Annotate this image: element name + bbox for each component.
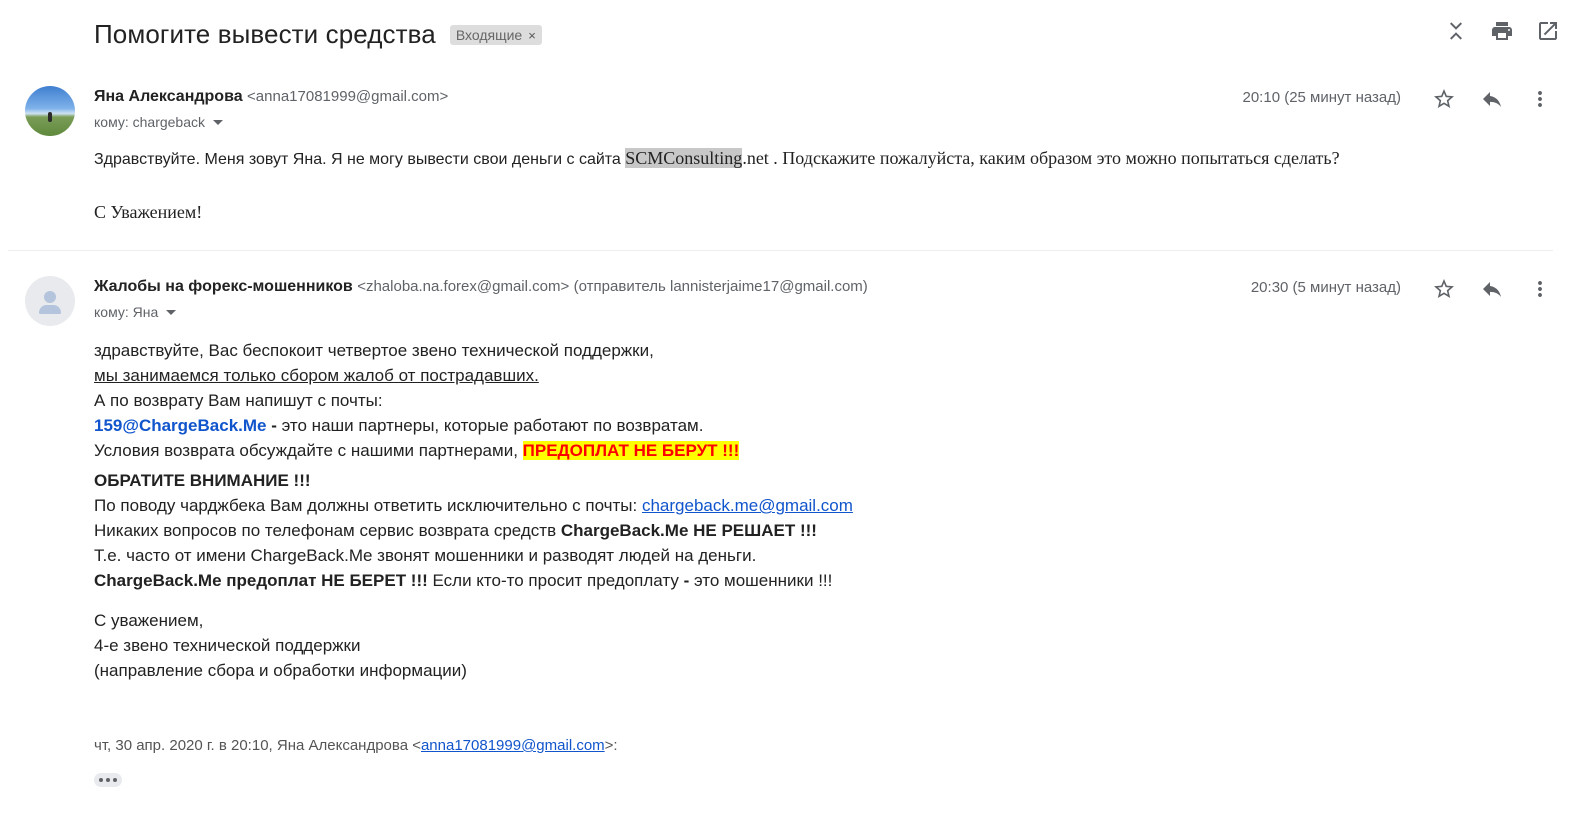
message1-recipient: кому: chargeback	[94, 114, 224, 130]
dash: -	[266, 416, 282, 435]
message1-body: Здравствуйте. Меня зовут Яна. Я не могу …	[94, 148, 1340, 169]
signature-line: 4-е звено технической поддержки	[94, 636, 361, 655]
reply-icon[interactable]	[1479, 86, 1505, 112]
reply-icon[interactable]	[1479, 276, 1505, 302]
no-prepayment-highlight: ПРЕДОПЛАТ НЕ БЕРУТ !!!	[522, 441, 740, 460]
body-line: 159@ChargeBack.Me - это наши партнеры, к…	[94, 413, 853, 438]
body-line: А по возврату Вам напишут с почты:	[94, 391, 383, 410]
signature-line: С уважением,	[94, 611, 204, 630]
message1-sender-line: Яна Александрова <anna17081999@gmail.com…	[94, 88, 448, 106]
recipient-label: кому: chargeback	[94, 114, 206, 130]
prepayment-warning: Если кто-то просит предоплату	[427, 571, 684, 590]
message1-site-name: SCMConsulting	[625, 148, 743, 168]
inbox-label-text: Входящие	[455, 27, 523, 43]
recipient-label: кому: Яна	[94, 304, 159, 320]
chargeback-reply-text: По поводу чарджбека Вам должны ответить …	[94, 496, 642, 515]
star-icon[interactable]	[1431, 276, 1457, 302]
body-line: мы занимаемся только сбором жалоб от пос…	[94, 366, 539, 385]
avatar-figure	[48, 112, 52, 122]
sender-name[interactable]: Яна Александрова	[94, 88, 243, 105]
partner-email: 159@ChargeBack.Me	[94, 416, 267, 435]
message1-actions	[1431, 86, 1553, 112]
quote-email-link[interactable]: anna17081999@gmail.com	[421, 737, 605, 754]
chargeback-email-link[interactable]: chargeback.me@gmail.com	[642, 496, 853, 515]
message2-recipient: кому: Яна	[94, 304, 177, 320]
quote-suffix: >:	[604, 737, 618, 754]
message-divider	[8, 250, 1553, 251]
message2-sender-line: Жалобы на форекс-мошенников <zhaloba.na.…	[94, 278, 868, 296]
message1-body-intro: Здравствуйте. Меня зовут Яна. Я не могу …	[94, 151, 626, 168]
message1-body-question: .net . Подскажите пожалуйста, каким обра…	[742, 148, 1340, 168]
quoted-message-header: чт, 30 апр. 2020 г. в 20:10, Яна Алексан…	[94, 737, 618, 754]
body-line: Т.е. часто от имени ChargeBack.Me звонят…	[94, 546, 757, 565]
dot	[106, 778, 110, 782]
sender-via: (отправитель lannisterjaime17@gmail.com)	[573, 278, 868, 295]
sender-email: <anna17081999@gmail.com>	[247, 88, 449, 105]
partner-description: это наши партнеры, которые работают по в…	[281, 416, 704, 435]
conditions-text: Условия возврата обсуждайте с нашими пар…	[94, 441, 523, 460]
inbox-label-chip[interactable]: Входящие ×	[449, 25, 542, 45]
avatar-person-icon	[44, 291, 56, 303]
star-icon[interactable]	[1431, 86, 1457, 112]
message2-body: здравствуйте, Вас беспокоит четвертое зв…	[94, 338, 853, 683]
body-line: Условия возврата обсуждайте с нашими пар…	[94, 438, 853, 463]
open-in-new-window-icon[interactable]	[1535, 18, 1561, 44]
more-vert-icon[interactable]	[1527, 86, 1553, 112]
message2-actions	[1431, 276, 1553, 302]
show-details-chevron-down-icon[interactable]	[213, 119, 224, 125]
print-icon[interactable]	[1489, 18, 1515, 44]
message1-time: 20:10 (25 минут назад)	[1242, 89, 1402, 106]
show-details-chevron-down-icon[interactable]	[166, 309, 177, 315]
sender-email: <zhaloba.na.forex@gmail.com>	[357, 278, 570, 295]
body-line: здравствуйте, Вас беспокоит четвертое зв…	[94, 341, 654, 360]
dot	[113, 778, 117, 782]
body-line: Никаких вопросов по телефонам сервис воз…	[94, 518, 853, 543]
collapse-all-icon[interactable]	[1443, 18, 1469, 44]
remove-label-icon[interactable]: ×	[528, 28, 536, 43]
show-trimmed-content-button[interactable]	[94, 773, 122, 787]
body-line: ChargeBack.Me предоплат НЕ БЕРЕТ !!! Есл…	[94, 568, 853, 593]
sender-name[interactable]: Жалобы на форекс-мошенников	[94, 278, 353, 295]
sender-avatar-photo[interactable]	[25, 86, 75, 136]
body-line: По поводу чарджбека Вам должны ответить …	[94, 493, 853, 518]
thread-toolbar	[1443, 18, 1561, 44]
dot	[99, 778, 103, 782]
message1-signoff: С Уважением!	[94, 202, 203, 222]
quote-prefix: чт, 30 апр. 2020 г. в 20:10, Яна Алексан…	[94, 737, 421, 754]
scammers-text: это мошенники !!!	[689, 571, 833, 590]
does-not-resolve-text: ChargeBack.Me НЕ РЕШАЕТ !!!	[560, 521, 817, 540]
attention-heading: ОБРАТИТЕ ВНИМАНИЕ !!!	[94, 471, 311, 490]
avatar-person-body	[39, 305, 61, 314]
subject-row: Помогите вывести средства Входящие ×	[94, 14, 542, 54]
thread-subject: Помогите вывести средства	[94, 18, 436, 49]
sender-avatar-generic[interactable]	[25, 276, 75, 326]
no-prepayment-bold: ChargeBack.Me предоплат НЕ БЕРЕТ !!!	[94, 571, 428, 590]
email-thread-view: Помогите вывести средства Входящие × Яна…	[0, 0, 1583, 830]
more-vert-icon[interactable]	[1527, 276, 1553, 302]
phone-questions-text: Никаких вопросов по телефонам сервис воз…	[94, 521, 561, 540]
signature-line: (направление сбора и обработки информаци…	[94, 661, 467, 680]
message2-time: 20:30 (5 минут назад)	[1250, 279, 1401, 296]
